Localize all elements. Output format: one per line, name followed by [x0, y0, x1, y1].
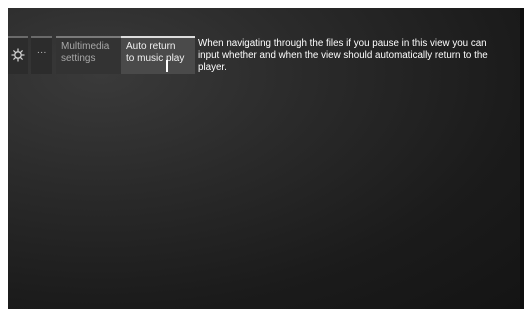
breadcrumb-settings-root[interactable]	[8, 36, 28, 74]
breadcrumb-multimedia-line1: Multimedia	[61, 41, 110, 52]
gear-icon	[11, 48, 25, 62]
breadcrumb-auto-return-line1: Auto return	[126, 41, 176, 52]
breadcrumb-more-label: ...	[37, 45, 47, 56]
screen-edge	[520, 8, 524, 309]
breadcrumb-auto-return[interactable]: Auto return to music play	[121, 36, 195, 74]
help-description: When navigating through the files if you…	[198, 38, 488, 73]
breadcrumb-auto-return-label: Auto return to music play	[126, 41, 184, 65]
breadcrumb-multimedia-settings[interactable]: Multimedia settings	[56, 36, 122, 74]
breadcrumb-more[interactable]: ...	[31, 36, 52, 74]
text-cursor	[166, 60, 168, 72]
breadcrumb-auto-return-line2: to music play	[126, 53, 185, 64]
breadcrumb-multimedia-line2: settings	[61, 53, 96, 64]
breadcrumb-multimedia-label: Multimedia settings	[61, 41, 109, 65]
settings-screen: ... Multimedia settings Auto return to m…	[8, 8, 524, 309]
